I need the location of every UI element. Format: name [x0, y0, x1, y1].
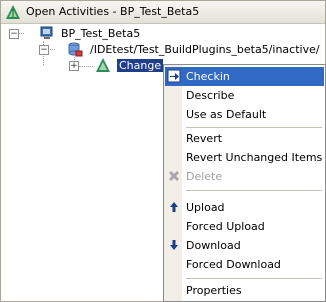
menu-item-forced-download[interactable]: Forced Download — [165, 255, 324, 274]
collapse-toggle[interactable]: − — [9, 29, 19, 39]
menu-item-properties[interactable]: Properties — [165, 281, 324, 300]
database-folder-icon — [68, 42, 83, 57]
context-menu: Checkin Describe Use as Default Revert R… — [163, 64, 326, 302]
arrow-down-icon — [170, 240, 178, 250]
menu-item-use-as-default[interactable]: Use as Default — [165, 105, 324, 124]
workspace-icon — [40, 26, 53, 39]
menu-item-revert[interactable]: Revert — [165, 129, 324, 148]
tree-node-change-label: Change — [117, 59, 164, 72]
change-list-icon — [96, 58, 110, 72]
tree-node-folder-label: /IDEtest/Test_BuildPlugins_beta5/inactiv… — [90, 43, 320, 56]
tree-node-root-label: BP_Test_Beta5 — [61, 27, 141, 40]
menu-item-upload[interactable]: Upload — [165, 198, 324, 217]
delete-icon — [168, 170, 180, 182]
checkin-icon — [167, 69, 181, 83]
menu-item-describe[interactable]: Describe — [165, 86, 324, 105]
menu-item-forced-upload[interactable]: Forced Upload — [165, 217, 324, 236]
tree-node-folder[interactable]: − /IDEtest/Test_BuildPlugins_beta5/inact… — [39, 42, 320, 58]
collapse-toggle[interactable]: − — [39, 45, 49, 55]
menu-item-download[interactable]: Download — [165, 236, 324, 255]
tree-node-root[interactable]: − BP_Test_Beta5 — [9, 26, 149, 42]
title-bar: Open Activities - BP_Test_Beta5 — [1, 1, 325, 24]
menu-separator — [186, 190, 322, 191]
menu-separator — [186, 278, 322, 279]
menu-item-checkin[interactable]: Checkin — [165, 67, 324, 86]
menu-separator — [186, 127, 322, 128]
menu-item-revert-unchanged[interactable]: Revert Unchanged Items — [165, 148, 324, 167]
menu-item-delete[interactable]: Delete — [165, 167, 324, 186]
expand-toggle[interactable]: + — [69, 61, 79, 71]
tree-node-change[interactable]: + Change — [69, 58, 169, 74]
app-logo-icon — [6, 5, 20, 19]
window-title: Open Activities - BP_Test_Beta5 — [26, 5, 200, 18]
arrow-up-icon — [170, 202, 178, 212]
